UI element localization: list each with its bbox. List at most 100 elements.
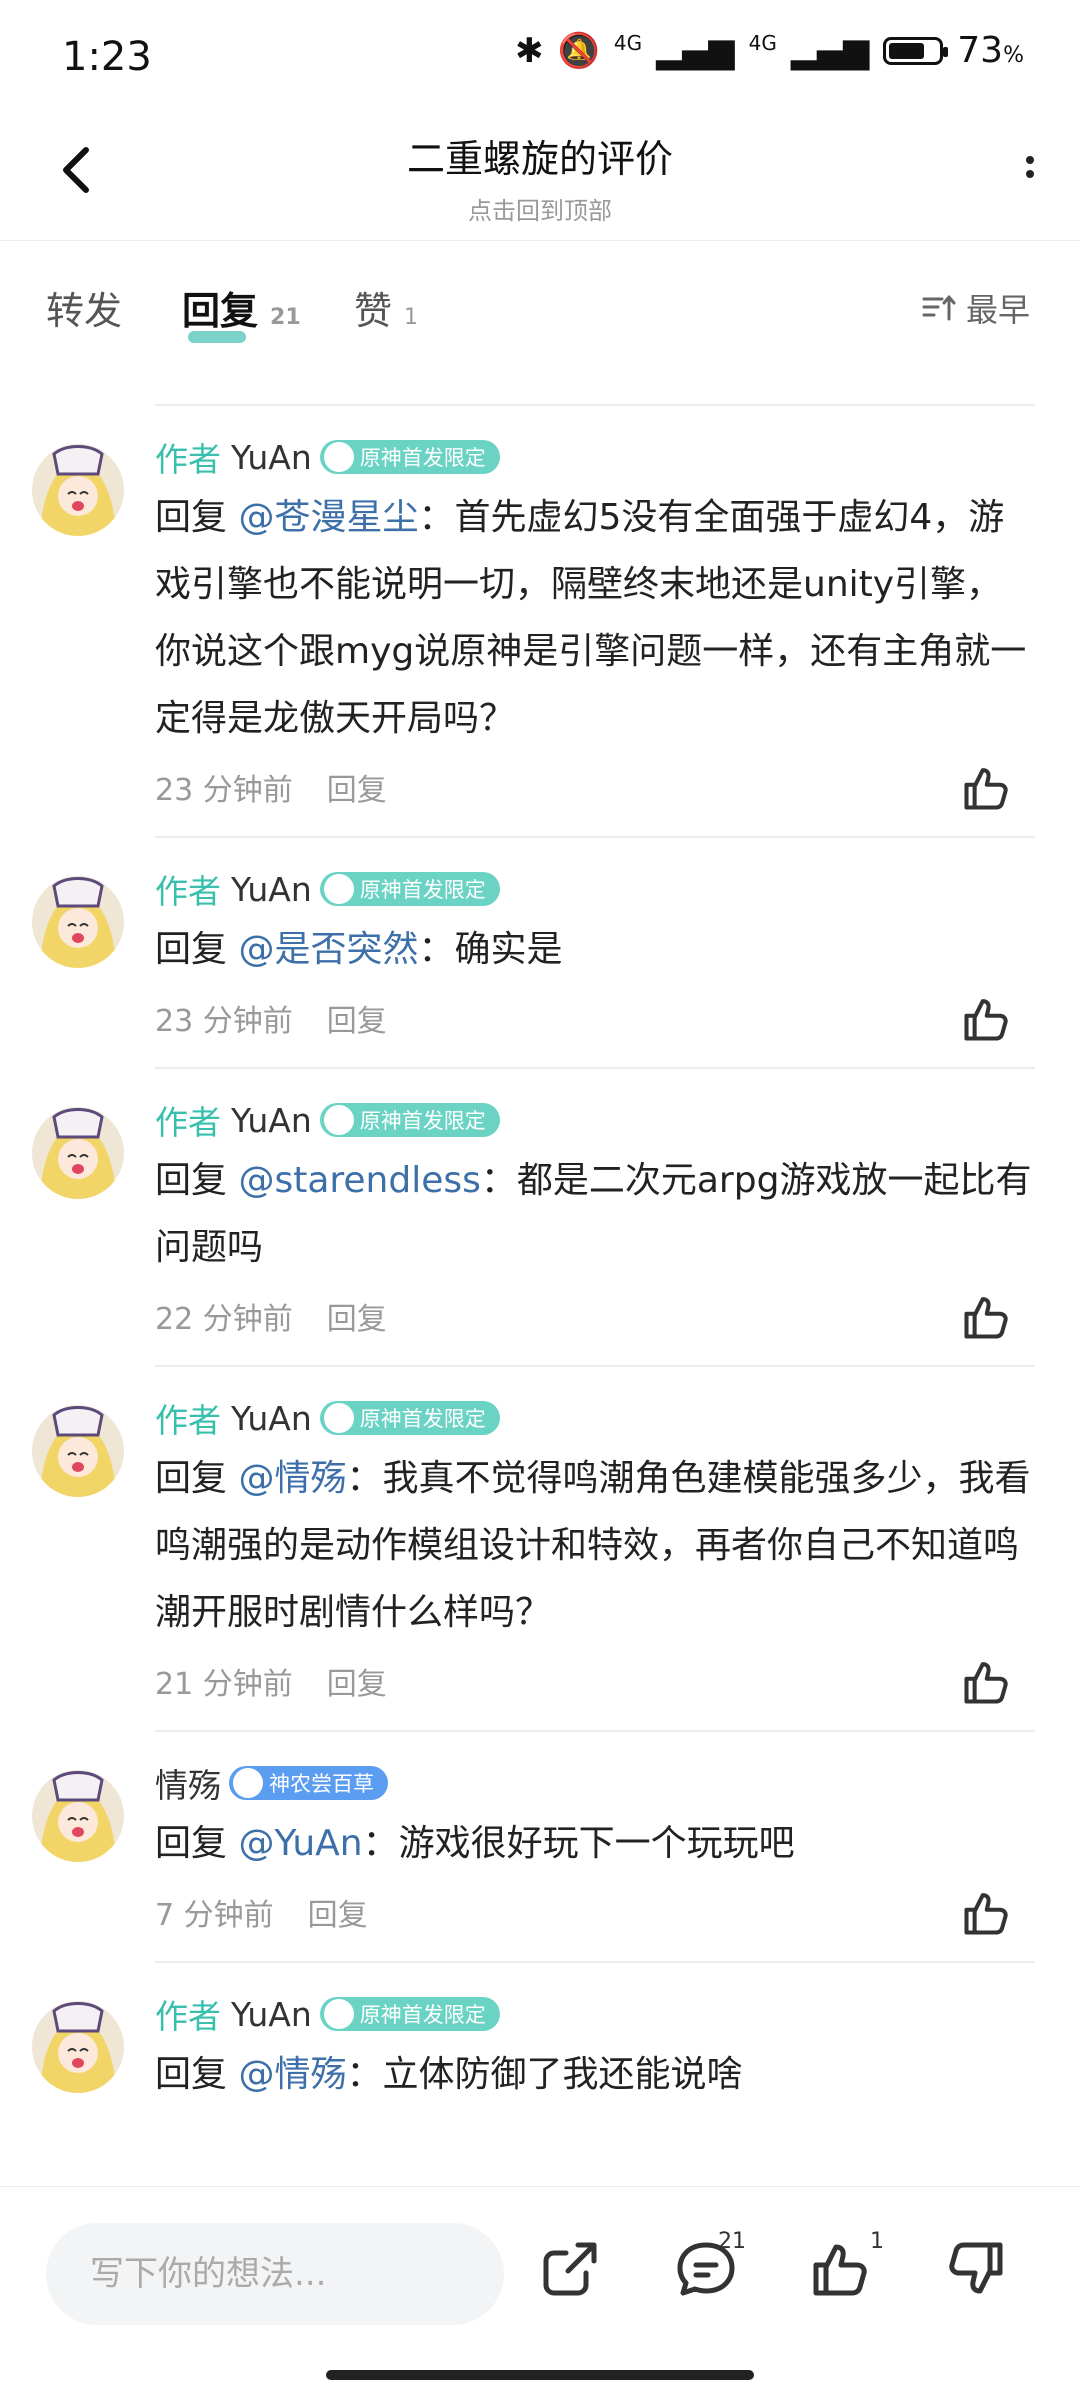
- mention-link[interactable]: @starendless: [238, 1160, 480, 1201]
- avatar[interactable]: [32, 876, 124, 968]
- avatar-image: [32, 1770, 124, 1862]
- avatar-image: [32, 1405, 124, 1497]
- avatar-image: [32, 2001, 124, 2093]
- username[interactable]: YuAn: [231, 438, 312, 477]
- username[interactable]: 情殇: [155, 1759, 221, 1807]
- comment-footer: 21 分钟前 回复: [155, 1658, 1080, 1704]
- comment-footer: 23 分钟前 回复: [155, 764, 1080, 810]
- mute-bell-icon: 🔕: [557, 30, 600, 71]
- sort-icon: [922, 295, 956, 321]
- comment-count: 21: [718, 2229, 746, 2254]
- username[interactable]: YuAn: [231, 870, 312, 909]
- badge-icon: [323, 1403, 354, 1433]
- avatar[interactable]: [32, 1405, 124, 1497]
- tab-likes[interactable]: 赞1: [354, 280, 418, 335]
- comment-footer: 23 分钟前 回复: [155, 995, 1080, 1041]
- like-count: 1: [870, 2229, 884, 2254]
- author-tag: 作者: [155, 440, 221, 479]
- bluetooth-icon: ✱: [515, 30, 544, 71]
- tab-replies[interactable]: 回复 21: [182, 280, 301, 343]
- thumbs-up-icon[interactable]: [960, 1887, 1012, 1939]
- mention-link[interactable]: @是否突然: [238, 929, 418, 970]
- user-badge: 神农尝百草: [229, 1766, 388, 1800]
- user-badge: 原神首发限定: [319, 1401, 500, 1435]
- comment-time: 7 分钟前: [155, 1898, 274, 1933]
- user-badge: 原神首发限定: [319, 872, 500, 906]
- comment-item[interactable]: 作者 YuAn 原神首发限定 回复 @是否突然：确实是 23 分钟前 回复: [0, 838, 1080, 1067]
- comment-list: 作者 YuAn 原神首发限定 回复 @苍漫星尘：首先虚幻5没有全面强于虚幻4，游…: [0, 404, 1080, 2134]
- signal-icon: ▂▄▆: [656, 30, 735, 71]
- status-time: 1:23: [62, 34, 152, 80]
- user-badge: 原神首发限定: [319, 440, 500, 474]
- author-tag: 作者: [155, 1401, 221, 1440]
- comment-item[interactable]: 作者 YuAn 原神首发限定 回复 @苍漫星尘：首先虚幻5没有全面强于虚幻4，游…: [0, 406, 1080, 836]
- comment-text[interactable]: 回复 @苍漫星尘：首先虚幻5没有全面强于虚幻4，游戏引擎也不能说明一切，隔壁终末…: [155, 484, 1035, 752]
- thumbs-up-icon[interactable]: [960, 993, 1012, 1045]
- comment-item[interactable]: 作者 YuAn 原神首发限定 回复 @starendless：都是二次元arpg…: [0, 1069, 1080, 1365]
- share-icon[interactable]: [538, 2237, 602, 2301]
- thumbs-up-icon[interactable]: [960, 762, 1012, 814]
- home-indicator[interactable]: [326, 2370, 754, 2380]
- badge-icon: [323, 442, 354, 472]
- username[interactable]: YuAn: [231, 1101, 312, 1140]
- badge-icon: [233, 1768, 263, 1798]
- reply-button[interactable]: 回复: [327, 765, 387, 809]
- battery-percent: 73: [957, 30, 1004, 71]
- thumbs-up-icon[interactable]: [808, 2237, 872, 2301]
- comment-input[interactable]: 写下你的想法...: [46, 2223, 504, 2325]
- user-badge: 原神首发限定: [319, 1103, 500, 1137]
- sort-button[interactable]: 最早: [922, 285, 1030, 331]
- reply-button[interactable]: 回复: [308, 1890, 368, 1934]
- comment-text[interactable]: 回复 @情殇：我真不觉得鸣潮角色建模能强多少，我看鸣潮强的是动作模组设计和特效，…: [155, 1445, 1035, 1646]
- username[interactable]: YuAn: [231, 1995, 312, 2034]
- comment-item[interactable]: 作者 YuAn 原神首发限定 回复 @情殇：立体防御了我还能说啥: [0, 1963, 1080, 2134]
- comment-text[interactable]: 回复 @YuAn：游戏很好玩下一个玩玩吧: [155, 1810, 1035, 1877]
- username[interactable]: YuAn: [231, 1399, 312, 1438]
- avatar[interactable]: [32, 1107, 124, 1199]
- comment-text[interactable]: 回复 @是否突然：确实是: [155, 916, 1035, 983]
- signal-icon-2: ▂▄▆: [790, 30, 870, 71]
- author-tag: 作者: [155, 1997, 221, 2036]
- comment-item[interactable]: 情殇 神农尝百草 回复 @YuAn：游戏很好玩下一个玩玩吧 7 分钟前 回复: [0, 1732, 1080, 1961]
- network-label-1: 4G: [613, 30, 643, 55]
- comment-time: 23 分钟前: [155, 1004, 293, 1039]
- tab-bar: 转发 回复 21 赞1 最早: [0, 240, 1080, 370]
- top-app-bar: 二重螺旋的评价 点击回到顶部: [0, 110, 1080, 241]
- badge-icon: [323, 1105, 354, 1135]
- comment-text[interactable]: 回复 @starendless：都是二次元arpg游戏放一起比有问题吗: [155, 1147, 1035, 1281]
- reply-button[interactable]: 回复: [327, 996, 387, 1040]
- bottom-action-bar: 写下你的想法... 21 1: [0, 2186, 1080, 2401]
- comment-text[interactable]: 回复 @情殇：立体防御了我还能说啥: [155, 2041, 1035, 2108]
- sort-label: 最早: [965, 291, 1030, 329]
- thumbs-down-icon[interactable]: [944, 2237, 1008, 2301]
- avatar[interactable]: [32, 1770, 124, 1862]
- comment-footer: 7 分钟前 回复: [155, 1889, 1080, 1935]
- comment-footer: 22 分钟前 回复: [155, 1293, 1080, 1339]
- page-title: 二重螺旋的评价: [406, 137, 673, 181]
- network-label-2: 4G: [748, 30, 777, 55]
- battery-icon: [883, 36, 949, 65]
- mention-link[interactable]: @YuAn: [238, 1823, 362, 1864]
- avatar[interactable]: [32, 444, 124, 536]
- avatar[interactable]: [32, 2001, 124, 2093]
- thumbs-up-icon[interactable]: [960, 1291, 1012, 1343]
- mention-link[interactable]: @情殇: [238, 2054, 346, 2095]
- battery-unit: %: [1003, 43, 1024, 68]
- thumbs-up-icon[interactable]: [960, 1656, 1012, 1708]
- tab-repost[interactable]: 转发: [46, 280, 122, 335]
- tab-likes-count: 1: [404, 305, 419, 330]
- avatar-image: [32, 876, 124, 968]
- comment-item[interactable]: 作者 YuAn 原神首发限定 回复 @情殇：我真不觉得鸣潮角色建模能强多少，我看…: [0, 1367, 1080, 1730]
- comment-time: 23 分钟前: [155, 773, 293, 808]
- mention-link[interactable]: @苍漫星尘: [238, 497, 418, 538]
- author-tag: 作者: [155, 872, 221, 911]
- scroll-to-top-area[interactable]: 二重螺旋的评价 点击回到顶部: [0, 128, 1080, 226]
- reply-button[interactable]: 回复: [327, 1659, 387, 1703]
- comment-time: 22 分钟前: [155, 1302, 293, 1337]
- more-options-icon[interactable]: [1020, 150, 1040, 200]
- page-subtitle: 点击回到顶部: [468, 197, 612, 225]
- mention-link[interactable]: @情殇: [238, 1458, 346, 1499]
- badge-icon: [323, 874, 354, 904]
- badge-icon: [323, 1999, 354, 2029]
- reply-button[interactable]: 回复: [327, 1294, 387, 1338]
